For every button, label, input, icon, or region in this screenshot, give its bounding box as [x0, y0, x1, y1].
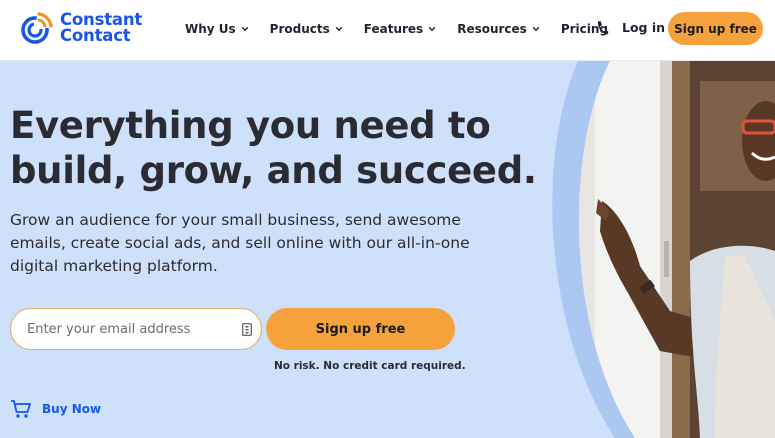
chevron-down-icon	[335, 26, 343, 32]
hero-section: Everything you need to build, grow, and …	[0, 61, 775, 438]
brand-wordmark: Constant Contact	[60, 11, 142, 45]
hero-photo-illustration	[552, 61, 775, 438]
brand-logo[interactable]: Constant Contact	[20, 11, 142, 45]
hero-signup-button[interactable]: Sign up free	[266, 308, 455, 350]
buy-now-link[interactable]: Buy Now	[10, 399, 101, 419]
hero-headline: Everything you need to build, grow, and …	[10, 103, 537, 193]
shopping-cart-icon	[11, 400, 31, 418]
chevron-down-icon	[428, 26, 436, 32]
nav-item-resources[interactable]: Resources	[457, 20, 540, 38]
main-nav: Why Us Products Features Resources Prici…	[185, 20, 629, 38]
nav-item-label: Resources	[457, 22, 527, 36]
header-signup-button[interactable]: Sign up free	[668, 12, 763, 45]
chevron-down-icon	[241, 26, 248, 32]
login-link[interactable]: Log in	[622, 20, 665, 35]
nav-item-label: Why Us	[185, 22, 236, 36]
nav-item-label: Features	[363, 22, 424, 36]
phone-icon[interactable]	[595, 20, 609, 36]
hero-headline-line2: build, grow, and succeed.	[10, 149, 537, 192]
constant-contact-logo-icon	[21, 12, 53, 44]
buy-now-label: Buy Now	[42, 402, 102, 416]
nav-item-why-us[interactable]: Why Us	[185, 20, 249, 38]
autofill-icon	[242, 323, 252, 336]
chevron-down-icon	[532, 26, 540, 32]
hero-subtext: Grow an audience for your small business…	[10, 211, 470, 275]
site-header: Constant Contact Why Us Products Feature…	[0, 0, 775, 61]
nav-item-products[interactable]: Products	[270, 20, 343, 38]
nav-item-features[interactable]: Features	[364, 20, 436, 38]
email-input[interactable]: Enter your email address	[10, 308, 262, 350]
brand-name-line2: Contact	[60, 26, 131, 45]
hero-headline-line1: Everything you need to	[10, 104, 491, 147]
email-input-placeholder: Enter your email address	[27, 321, 191, 337]
hero-photo	[540, 61, 775, 438]
disclaimer-text: No risk. No credit card required.	[274, 360, 466, 372]
nav-item-label: Products	[269, 22, 330, 36]
